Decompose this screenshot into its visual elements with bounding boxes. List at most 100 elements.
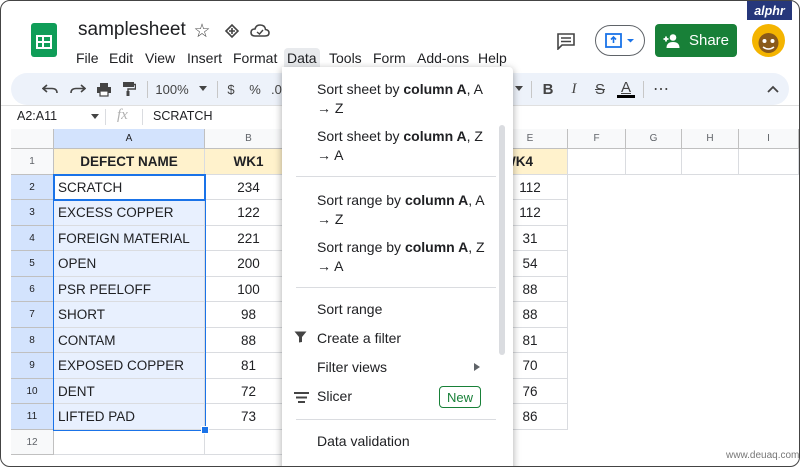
undo-icon[interactable]: [39, 73, 61, 105]
row-header-6[interactable]: 6: [11, 277, 54, 302]
formula-input[interactable]: SCRATCH: [153, 109, 213, 123]
row-header-2[interactable]: 2: [11, 175, 54, 200]
format-currency-button[interactable]: $: [223, 73, 239, 105]
text-dropdown-icon[interactable]: [513, 73, 525, 105]
zoom-value: 100%: [155, 81, 189, 97]
cell-wk1[interactable]: 200: [205, 251, 293, 277]
column-header-a[interactable]: A: [54, 129, 205, 149]
cell-wk1[interactable]: 221: [205, 226, 293, 251]
menu-item-column: column A: [403, 81, 467, 97]
column-header-b[interactable]: B: [205, 129, 293, 149]
name-box[interactable]: A2:A11: [17, 109, 57, 123]
sort-sheet-a-to-z[interactable]: Sort sheet by column A, A → Z: [317, 80, 487, 118]
cell-defect-name[interactable]: LIFTED PAD: [54, 404, 205, 430]
account-avatar[interactable]: [752, 24, 785, 57]
empty-cell[interactable]: [54, 430, 205, 455]
column-header-f[interactable]: F: [568, 129, 626, 149]
paint-format-icon[interactable]: [118, 73, 140, 105]
cell-wk1[interactable]: 122: [205, 200, 293, 226]
column-header-i[interactable]: I: [739, 129, 799, 149]
cell-defect-name[interactable]: PSR PEELOFF: [54, 277, 205, 302]
menu-file[interactable]: File: [73, 48, 102, 68]
row-header-5[interactable]: 5: [11, 251, 54, 277]
cell-wk1[interactable]: 100: [205, 277, 293, 302]
text-color-button[interactable]: A: [615, 73, 637, 105]
cell-wk1[interactable]: 234: [205, 175, 293, 200]
more-options-icon[interactable]: ⋯: [651, 73, 671, 105]
bold-button[interactable]: B: [539, 73, 557, 105]
cell-defect-name[interactable]: OPEN: [54, 251, 205, 277]
share-button[interactable]: Share: [655, 24, 737, 57]
cell-defect-name[interactable]: EXCESS COPPER: [54, 200, 205, 226]
row-header-8[interactable]: 8: [11, 328, 54, 353]
name-box-dropdown-icon[interactable]: [90, 112, 100, 122]
row-header-4[interactable]: 4: [11, 226, 54, 251]
header-cell-defect-name[interactable]: DEFECT NAME: [54, 149, 205, 175]
fill-handle[interactable]: [201, 426, 209, 434]
menu-insert[interactable]: Insert: [184, 48, 225, 68]
cell-wk1[interactable]: 98: [205, 302, 293, 328]
menu-edit[interactable]: Edit: [106, 48, 136, 68]
menu-scrollbar[interactable]: [499, 125, 505, 355]
select-all-corner[interactable]: [11, 129, 54, 149]
zoom-dropdown-icon: [198, 86, 207, 91]
menu-tools[interactable]: Tools: [326, 48, 365, 68]
star-icon[interactable]: ☆: [191, 20, 213, 42]
sheets-logo[interactable]: [31, 23, 57, 57]
data-validation[interactable]: Data validation: [317, 432, 487, 451]
empty-cell[interactable]: [205, 430, 293, 455]
menu-data[interactable]: Data: [284, 48, 320, 68]
sort-sheet-z-to-a[interactable]: Sort sheet by column A, Z → A: [317, 127, 487, 165]
header-cell-wk1[interactable]: WK1: [205, 149, 293, 175]
move-to-folder-icon[interactable]: [221, 20, 243, 42]
toolbar-divider: [217, 81, 218, 98]
cloud-status-icon[interactable]: [249, 20, 271, 42]
sort-range-z-to-a[interactable]: Sort range by column A, Z → A: [317, 238, 487, 276]
cell-defect-name[interactable]: SCRATCH: [54, 175, 205, 200]
sort-range[interactable]: Sort range: [317, 300, 487, 319]
empty-cell[interactable]: [626, 149, 682, 175]
comment-history-icon[interactable]: [554, 29, 578, 53]
row-header-12[interactable]: 12: [11, 430, 54, 455]
menu-help[interactable]: Help: [475, 48, 510, 68]
column-header-g[interactable]: G: [626, 129, 682, 149]
empty-cell[interactable]: [739, 149, 799, 175]
row-header-9[interactable]: 9: [11, 353, 54, 379]
empty-cell[interactable]: [568, 149, 626, 175]
filter-views[interactable]: Filter views: [317, 358, 487, 377]
cell-wk1[interactable]: 72: [205, 379, 293, 404]
document-title[interactable]: samplesheet: [78, 19, 186, 41]
menu-form[interactable]: Form: [370, 48, 409, 68]
menu-add-ons[interactable]: Add-ons: [414, 48, 472, 68]
cell-wk1[interactable]: 88: [205, 328, 293, 353]
redo-icon[interactable]: [67, 73, 89, 105]
strikethrough-button[interactable]: S: [591, 73, 609, 105]
new-badge: New: [439, 386, 481, 408]
cell-defect-name[interactable]: EXPOSED COPPER: [54, 353, 205, 379]
row-header-11[interactable]: 11: [11, 404, 54, 430]
present-button[interactable]: [595, 25, 645, 56]
print-icon[interactable]: [93, 73, 115, 105]
hide-menus-icon[interactable]: [765, 81, 781, 97]
row-header-3[interactable]: 3: [11, 200, 54, 226]
cell-defect-name[interactable]: FOREIGN MATERIAL: [54, 226, 205, 251]
row-header-1[interactable]: 1: [11, 149, 54, 175]
row-header-7[interactable]: 7: [11, 302, 54, 328]
cell-defect-name[interactable]: DENT: [54, 379, 205, 404]
create-a-filter[interactable]: Create a filter: [317, 329, 487, 348]
column-header-h[interactable]: H: [682, 129, 739, 149]
sort-range-a-to-z[interactable]: Sort range by column A, A → Z: [317, 191, 487, 229]
italic-button[interactable]: I: [565, 73, 583, 105]
brand-watermark: alphr: [747, 1, 792, 20]
cell-wk1[interactable]: 73: [205, 404, 293, 430]
menu-view[interactable]: View: [142, 48, 178, 68]
formula-divider: [105, 109, 106, 125]
empty-cell[interactable]: [682, 149, 739, 175]
row-header-10[interactable]: 10: [11, 379, 54, 404]
cell-defect-name[interactable]: CONTAM: [54, 328, 205, 353]
menu-format[interactable]: Format: [230, 48, 280, 68]
zoom-select[interactable]: 100%: [155, 73, 207, 105]
format-percent-button[interactable]: %: [247, 73, 263, 105]
cell-wk1[interactable]: 81: [205, 353, 293, 379]
cell-defect-name[interactable]: SHORT: [54, 302, 205, 328]
